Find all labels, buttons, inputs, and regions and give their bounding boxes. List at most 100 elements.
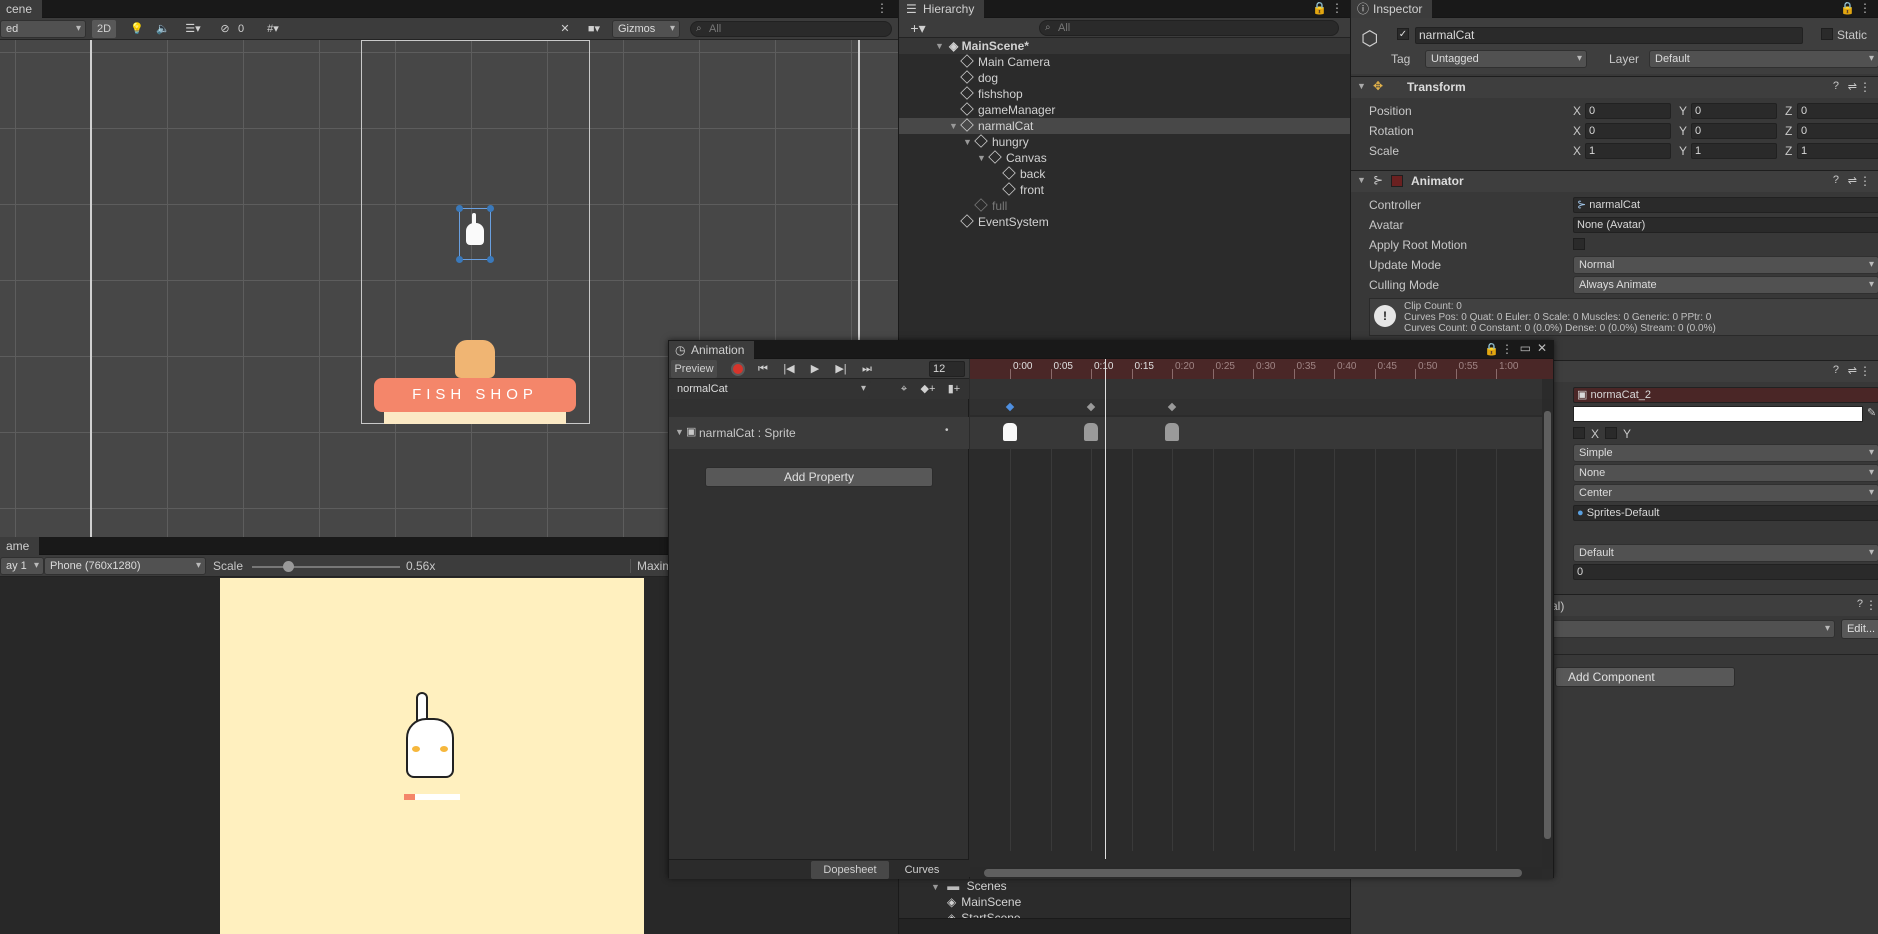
position-x-field[interactable]: 0 [1585, 103, 1671, 119]
sprite-keyframe-thumbnail[interactable] [1165, 423, 1179, 441]
timeline-area[interactable]: 0:00 0:05 0:10 0:15 0:20 0:25 0:30 0:35 0:40 0:45… [970, 359, 1553, 879]
playhead-line[interactable] [1105, 359, 1106, 859]
position-y-field[interactable]: 0 [1691, 103, 1777, 119]
foldout-icon[interactable]: ▼ [1357, 81, 1366, 91]
more-icon[interactable]: ⋮ [1865, 598, 1877, 612]
create-plus-icon[interactable]: +▾ [905, 19, 931, 37]
expand-arrow-icon[interactable]: ▼ [935, 38, 944, 54]
foldout-icon[interactable]: ▼ [1357, 175, 1366, 185]
help-icon[interactable]: ? [1857, 598, 1863, 610]
handle[interactable] [456, 256, 463, 263]
more-icon[interactable]: ⋮ [1331, 1, 1343, 15]
edit-shader-button[interactable]: Edit... [1841, 619, 1878, 639]
material-field[interactable]: ● Sprites-Default [1573, 505, 1878, 521]
handle[interactable] [487, 205, 494, 212]
help-icon[interactable]: ? [1833, 174, 1839, 186]
sprite-field[interactable]: ▣ normaCat_2 [1573, 387, 1878, 403]
transform-header[interactable]: ▼ ✥ Transform ? ⇌ ⋮ [1351, 76, 1878, 98]
lock-icon[interactable]: 🔒 [1484, 342, 1499, 356]
tag-dropdown[interactable]: Untagged [1425, 50, 1587, 68]
sort-point-dropdown[interactable]: Center [1573, 484, 1878, 502]
help-icon[interactable]: ? [1833, 364, 1839, 376]
more-icon[interactable]: ⋮ [1859, 1, 1871, 15]
tab-animation[interactable]: ◷ Animation [669, 341, 755, 359]
hierarchy-item[interactable]: dog [899, 70, 998, 86]
project-folder[interactable]: ▼ ▬ Scenes [899, 878, 1007, 894]
avatar-field[interactable]: None (Avatar) [1573, 217, 1878, 233]
lighting-icon[interactable]: 💡 [128, 20, 146, 38]
hierarchy-item[interactable]: ▼ hungry [899, 134, 1029, 150]
vertical-scroll-thumb[interactable] [1544, 411, 1551, 839]
hierarchy-item[interactable]: front [899, 182, 1044, 198]
audio-icon[interactable]: 🔈 [154, 20, 172, 38]
foldout-icon[interactable]: ▼ [675, 427, 684, 437]
tab-curves[interactable]: Curves [891, 861, 953, 879]
grid-snap-icon[interactable]: #▾ [256, 20, 290, 38]
position-z-field[interactable]: 0 [1797, 103, 1878, 119]
visibility-icon[interactable]: ⊘ [216, 20, 234, 38]
record-icon[interactable] [731, 362, 745, 376]
rotation-y-field[interactable]: 0 [1691, 123, 1777, 139]
handle[interactable] [456, 205, 463, 212]
shader-dropdown[interactable] [1547, 620, 1835, 638]
play-icon[interactable]: ▶ [805, 360, 825, 378]
sprite-keyframe-thumbnail[interactable] [1084, 423, 1098, 441]
lock-icon[interactable]: 🔒 [1840, 1, 1855, 15]
gizmos-dropdown[interactable]: Gizmos [612, 20, 680, 38]
hierarchy-item[interactable]: EventSystem [899, 214, 1049, 230]
animator-header[interactable]: ▼ ⊱ Animator ? ⇌ ⋮ [1351, 170, 1878, 192]
prev-key-icon[interactable]: |◀ [779, 360, 799, 378]
flip-y-checkbox[interactable] [1605, 427, 1617, 439]
preset-icon[interactable]: ⇌ [1848, 174, 1857, 187]
lock-icon[interactable]: 🔒 [1312, 1, 1327, 15]
flip-x-checkbox[interactable] [1573, 427, 1585, 439]
hierarchy-item[interactable]: Main Camera [899, 54, 1050, 70]
more-icon[interactable]: ⋮ [876, 1, 888, 15]
more-icon[interactable]: ⋮ [1859, 364, 1871, 378]
expand-arrow-icon[interactable]: ▼ [963, 134, 972, 150]
game-viewport[interactable] [220, 578, 644, 934]
hierarchy-item[interactable]: fishshop [899, 86, 1023, 102]
scale-slider-thumb[interactable] [283, 561, 294, 572]
resolution-dropdown[interactable]: Phone (760x1280) [44, 557, 206, 575]
tab-inspector[interactable]: ⓘ Inspector [1351, 0, 1433, 18]
tab-game[interactable]: ame [0, 537, 40, 555]
expand-arrow-icon[interactable]: ▼ [949, 118, 958, 134]
hierarchy-item-disabled[interactable]: full [899, 198, 1007, 214]
order-in-layer-field[interactable]: 0 [1573, 564, 1878, 580]
more-icon[interactable]: ⋮ [1859, 174, 1871, 188]
frame-field[interactable]: 12 [929, 361, 965, 377]
hierarchy-item[interactable]: back [899, 166, 1045, 182]
more-icon[interactable]: ⋮ [1859, 80, 1871, 94]
preview-button[interactable]: Preview [671, 360, 717, 378]
expand-arrow-icon[interactable]: ▼ [931, 882, 940, 892]
handle[interactable] [487, 256, 494, 263]
property-row[interactable]: ▼ ▣ narmalCat : Sprite • [669, 417, 969, 449]
static-checkbox[interactable] [1821, 28, 1833, 40]
rotation-x-field[interactable]: 0 [1585, 123, 1671, 139]
hierarchy-search-input[interactable]: ⌕ All [1039, 20, 1339, 36]
horizontal-scroll-thumb[interactable] [984, 869, 1522, 877]
object-name-field[interactable]: narmalCat [1415, 27, 1803, 44]
project-item[interactable]: ◈ MainScene [899, 894, 1021, 910]
preset-icon[interactable]: ⇌ [1848, 80, 1857, 93]
scene-root-row[interactable]: ▼ ◈ MainScene* ⋮ [899, 38, 1387, 54]
hierarchy-item-selected[interactable]: ▼ narmalCat [899, 118, 1413, 134]
preset-icon[interactable]: ⇌ [1848, 364, 1857, 377]
expand-arrow-icon[interactable]: ▼ [977, 150, 986, 166]
controller-field[interactable]: ⊱ narmalCat [1573, 197, 1878, 213]
add-keyframe-icon[interactable]: ◆+ [919, 380, 937, 398]
scene-search-input[interactable]: ⌕ All [690, 21, 892, 37]
eyedropper-icon[interactable]: ✎ [1867, 406, 1876, 419]
update-mode-dropdown[interactable]: Normal [1573, 256, 1878, 274]
scale-z-field[interactable]: 1 [1797, 143, 1878, 159]
layer-dropdown[interactable]: Default [1649, 50, 1878, 68]
tab-scene[interactable]: cene [0, 0, 43, 18]
last-key-icon[interactable]: ⏭ [857, 360, 877, 378]
root-motion-checkbox[interactable] [1573, 238, 1585, 250]
draw-mode-dropdown[interactable]: ed [0, 20, 86, 38]
scale-slider-track[interactable] [252, 566, 400, 568]
effects-icon[interactable]: ☰▾ [180, 20, 206, 38]
filter-icon[interactable]: ⌖ [895, 380, 913, 398]
hierarchy-item[interactable]: gameManager [899, 102, 1055, 118]
